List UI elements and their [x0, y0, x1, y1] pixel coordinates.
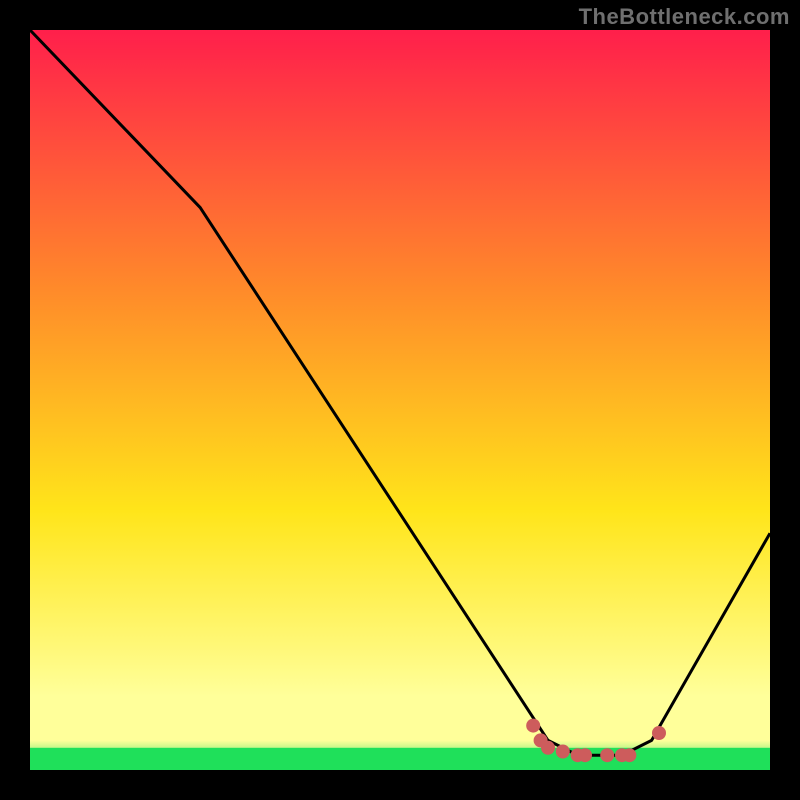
chart-frame: TheBottleneck.com — [0, 0, 800, 800]
highlight-marker — [578, 748, 592, 762]
chart-svg — [30, 30, 770, 770]
baseline-band — [30, 748, 770, 770]
highlight-marker — [556, 745, 570, 759]
highlight-marker — [526, 719, 540, 733]
highlight-marker — [622, 748, 636, 762]
plot-area — [30, 30, 770, 770]
highlight-marker — [600, 748, 614, 762]
highlight-marker — [541, 741, 555, 755]
highlight-marker — [652, 726, 666, 740]
chart-background — [30, 30, 770, 770]
watermark-text: TheBottleneck.com — [579, 4, 790, 30]
